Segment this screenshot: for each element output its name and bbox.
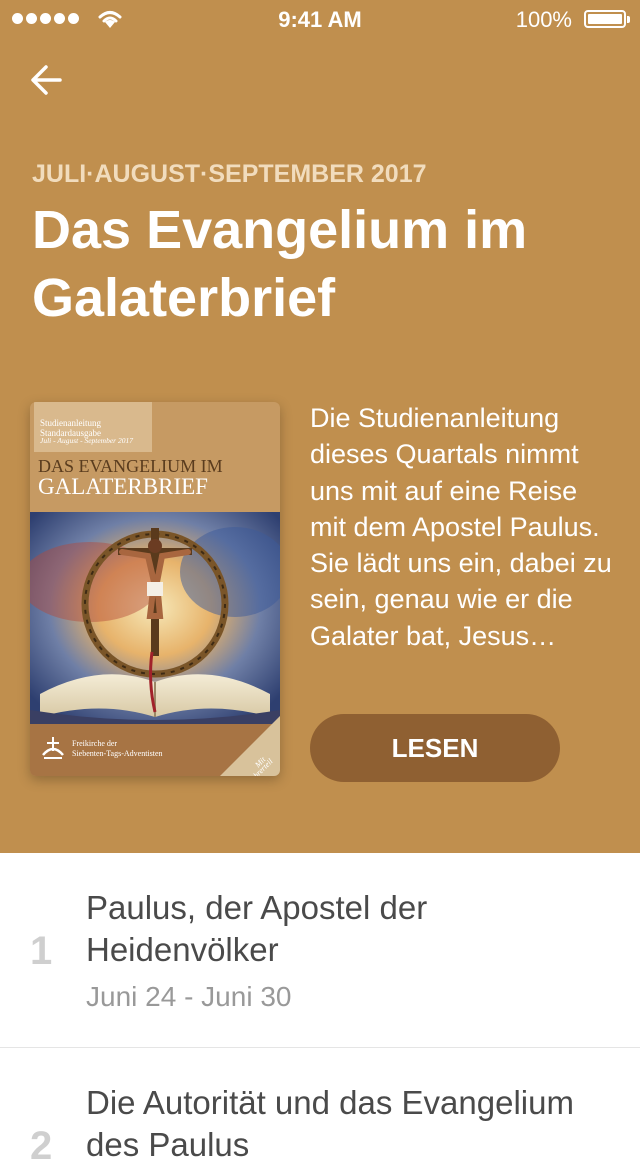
- read-button[interactable]: LESEN: [310, 714, 560, 782]
- quarter-label: JULI·AUGUST·SEPTEMBER 2017: [32, 160, 427, 188]
- status-bar: 9:41 AM 100%: [0, 0, 640, 40]
- church-logo-icon: [42, 737, 64, 759]
- quarterly-description: Die Studienanleitung dieses Quartals nim…: [310, 403, 612, 651]
- battery-percentage: 100%: [515, 7, 572, 32]
- cover-image[interactable]: Studienanleitung Standardausgabe Juli - …: [30, 402, 280, 776]
- teacher-edition-badge: Mit Lehrerteil: [220, 716, 280, 776]
- page-title: Das Evangelium im Galaterbrief: [32, 200, 528, 328]
- lesson-number: 2: [30, 1124, 53, 1168]
- hero-header: 9:41 AM 100% JULI·AUGUST·SEPTEMBER 2017 …: [0, 0, 640, 853]
- crucifix-artwork: [30, 512, 280, 724]
- lesson-list-item[interactable]: 2 Die Autorität und das Evangelium des P…: [0, 1048, 640, 1168]
- lesson-title: Paulus, der Apostel der Heidenvölker: [86, 889, 428, 968]
- cover-title-line2: GALATERBRIEF: [38, 474, 208, 499]
- lesson-title: Die Autorität und das Evangelium des Pau…: [86, 1084, 574, 1163]
- cover-publisher-line1: Freikirche der: [72, 739, 118, 748]
- cover-publisher: Freikirche der Siebenten-Tags-Adventiste…: [72, 739, 163, 759]
- cover-subtitle: Juli - August - September 2017: [40, 436, 133, 445]
- cover-publisher-line2: Siebenten-Tags-Adventisten: [72, 749, 163, 758]
- lesson-number: 1: [30, 929, 53, 973]
- arrow-left-icon[interactable]: [28, 60, 68, 100]
- lesson-date: Juni 24 - Juni 30: [86, 981, 292, 1012]
- lesson-list-item[interactable]: 1 Paulus, der Apostel der Heidenvölker J…: [0, 853, 640, 1049]
- battery-icon: [584, 10, 630, 28]
- cover-series-line1: Studienanleitung: [40, 418, 101, 428]
